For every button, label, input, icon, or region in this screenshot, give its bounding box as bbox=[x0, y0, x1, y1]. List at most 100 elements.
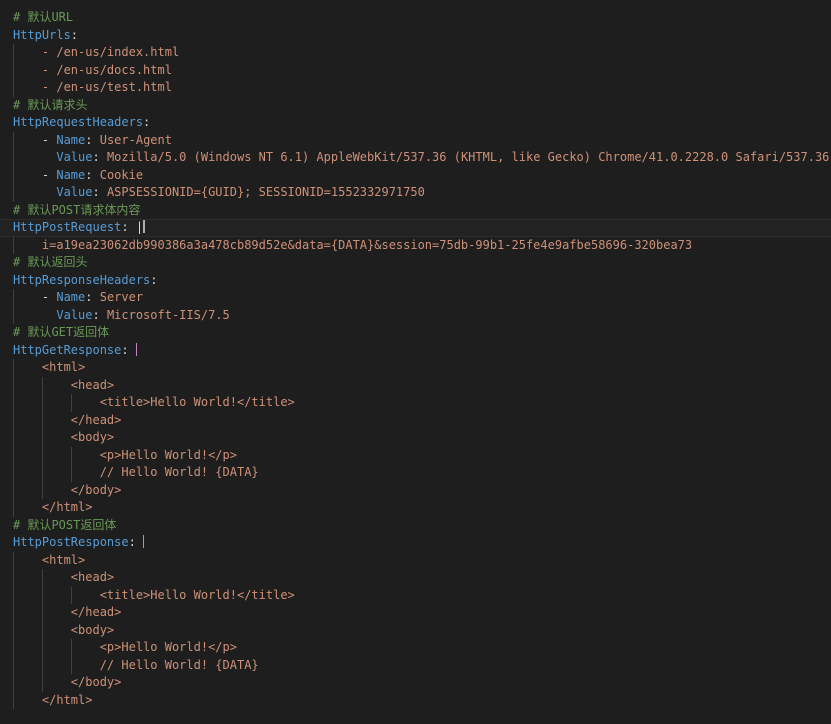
yaml-value: ASPSESSIONID={GUID}; SESSIONID=155233297… bbox=[106, 185, 425, 199]
code-line[interactable]: // Hello World! {DATA} bbox=[0, 464, 831, 482]
code-line[interactable]: <head> bbox=[0, 376, 831, 394]
punctuation: - bbox=[41, 290, 57, 304]
code-line[interactable]: i=a19ea23062db990386a3a478cb89d52e&data=… bbox=[0, 236, 831, 254]
indent-guide bbox=[71, 446, 72, 464]
code-line[interactable]: HttpResponseHeaders: bbox=[0, 272, 831, 290]
indent-guide bbox=[42, 429, 43, 447]
comment-text: # 默认返回头 bbox=[13, 255, 88, 269]
indent-guide bbox=[42, 621, 43, 639]
code-line[interactable]: - Name: User-Agent bbox=[0, 131, 831, 149]
yaml-value: </head> bbox=[70, 605, 122, 619]
code-line[interactable]: # 默认返回头 bbox=[0, 254, 831, 272]
punctuation: - bbox=[41, 132, 57, 147]
code-line[interactable]: <p>Hello World!</p> bbox=[0, 639, 831, 657]
indent-guide bbox=[42, 464, 43, 482]
indent-guide bbox=[42, 394, 43, 412]
punctuation: : bbox=[70, 27, 79, 42]
indent-guide bbox=[13, 446, 14, 464]
yaml-value: <body> bbox=[70, 430, 115, 444]
code-line[interactable]: - /en-us/index.html bbox=[0, 44, 831, 62]
yaml-key: HttpUrls bbox=[13, 27, 71, 42]
yaml-key: Value bbox=[56, 307, 93, 322]
code-line[interactable]: </body> bbox=[0, 481, 831, 499]
code-line[interactable]: HttpRequestHeaders: bbox=[0, 114, 831, 132]
indent-guide bbox=[13, 691, 14, 709]
code-line[interactable]: </html> bbox=[0, 499, 831, 517]
code-line[interactable]: <p>Hello World!</p> bbox=[0, 446, 831, 464]
code-line[interactable]: HttpPostResponse: bbox=[0, 534, 831, 552]
indent-guide bbox=[71, 639, 72, 657]
yaml-value: User-Agent bbox=[99, 132, 172, 147]
code-line[interactable]: <title>Hello World!</title> bbox=[0, 586, 831, 604]
code-line[interactable]: <html> bbox=[0, 551, 831, 569]
indent-guide bbox=[13, 569, 14, 587]
indent-guide bbox=[42, 639, 43, 657]
code-line[interactable]: </body> bbox=[0, 674, 831, 692]
indent-guide bbox=[42, 569, 43, 587]
yaml-value: - /en-us/test.html bbox=[41, 80, 172, 94]
code-editor[interactable]: # 默认URL HttpUrls: - /en-us/index.html - /… bbox=[0, 0, 831, 724]
code-line[interactable]: - /en-us/docs.html bbox=[0, 61, 831, 79]
indent-guide bbox=[42, 481, 43, 499]
yaml-key: Name bbox=[56, 290, 86, 304]
block-scalar-indicator bbox=[143, 535, 145, 548]
code-line[interactable]: Value: Mozilla/5.0 (Windows NT 6.1) Appl… bbox=[0, 149, 831, 167]
code-line[interactable]: # 默认POST请求体内容 bbox=[0, 202, 831, 220]
yaml-value: </head> bbox=[70, 412, 122, 427]
code-line[interactable]: # 默认请求头 bbox=[0, 97, 831, 115]
code-line[interactable]: // Hello World! {DATA} bbox=[0, 656, 831, 674]
code-line[interactable]: - Name: Server bbox=[0, 289, 831, 307]
code-line[interactable]: # 默认GET返回体 bbox=[0, 324, 831, 342]
code-line[interactable]: HttpPostRequest: | bbox=[0, 219, 831, 237]
code-line[interactable]: HttpUrls: bbox=[0, 27, 831, 45]
code-line[interactable]: - /en-us/test.html bbox=[0, 79, 831, 97]
indent-guide bbox=[71, 656, 72, 674]
code-line[interactable]: </html> bbox=[0, 691, 831, 709]
punctuation: : bbox=[85, 132, 100, 147]
code-line[interactable]: # 默认POST返回体 bbox=[0, 517, 831, 535]
yaml-value: Mozilla/5.0 (Windows NT 6.1) AppleWebKit… bbox=[106, 150, 830, 164]
code-line[interactable]: <body> bbox=[0, 429, 831, 447]
code-line[interactable]: </head> bbox=[0, 411, 831, 429]
code-line[interactable]: <body> bbox=[0, 621, 831, 639]
code-line[interactable]: # 默认URL bbox=[0, 9, 831, 27]
indent-guide bbox=[13, 149, 14, 167]
code-line[interactable]: Value: Microsoft-IIS/7.5 bbox=[0, 306, 831, 324]
text-cursor bbox=[143, 220, 146, 233]
yaml-value: </html> bbox=[41, 692, 93, 707]
indent-guide bbox=[42, 411, 43, 429]
indent-guide bbox=[42, 446, 43, 464]
code-line[interactable]: Value: ASPSESSIONID={GUID}; SESSIONID=15… bbox=[0, 184, 831, 202]
code-line[interactable]: <title>Hello World!</title> bbox=[0, 394, 831, 412]
yaml-value: i=a19ea23062db990386a3a478cb89d52e&data=… bbox=[41, 237, 693, 252]
yaml-key: Name bbox=[56, 132, 86, 147]
code-line[interactable]: HttpGetResponse: bbox=[0, 342, 831, 360]
indent-guide bbox=[42, 586, 43, 604]
indent-guide bbox=[13, 131, 14, 149]
yaml-key: HttpPostResponse bbox=[13, 535, 129, 549]
indent-guide bbox=[71, 586, 72, 604]
yaml-value: <p>Hello World!</p> bbox=[99, 447, 237, 462]
indent-guide bbox=[13, 481, 14, 499]
yaml-value: <html> bbox=[41, 552, 86, 567]
indent-guide bbox=[13, 394, 14, 412]
code-line[interactable]: <head> bbox=[0, 569, 831, 587]
code-line[interactable]: <html> bbox=[0, 359, 831, 377]
punctuation: : bbox=[92, 307, 107, 322]
code-line[interactable]: - Name: Cookie bbox=[0, 166, 831, 184]
indent-guide bbox=[42, 376, 43, 394]
code-line[interactable]: </head> bbox=[0, 604, 831, 622]
punctuation: : bbox=[92, 185, 107, 199]
yaml-key: HttpPostRequest bbox=[13, 220, 122, 234]
yaml-value: - /en-us/index.html bbox=[41, 45, 180, 59]
